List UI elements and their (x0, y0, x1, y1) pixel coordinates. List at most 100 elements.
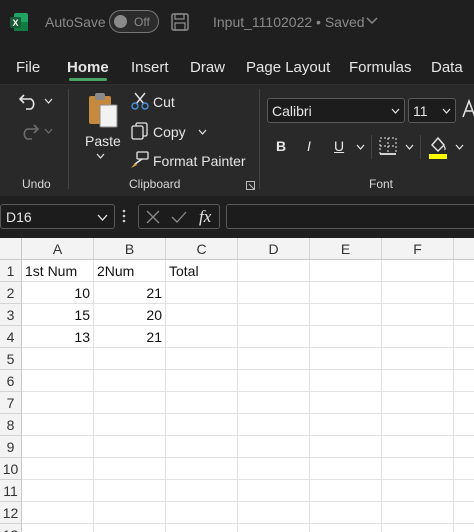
cell-b1[interactable]: 2Num (94, 260, 166, 282)
cell-b13[interactable] (94, 524, 166, 532)
borders-chevron-icon[interactable] (405, 144, 414, 150)
cell-c10[interactable] (166, 458, 238, 480)
undo-chevron-icon[interactable] (44, 98, 53, 104)
cell-a13[interactable] (22, 524, 94, 532)
cell-d2[interactable] (238, 282, 310, 304)
cell-a10[interactable] (22, 458, 94, 480)
column-header-c[interactable]: C (166, 238, 238, 260)
cell-f2[interactable] (382, 282, 454, 304)
cell-d9[interactable] (238, 436, 310, 458)
cell-a6[interactable] (22, 370, 94, 392)
cut-label[interactable]: Cut (153, 94, 175, 110)
cell-a7[interactable] (22, 392, 94, 414)
cell-c8[interactable] (166, 414, 238, 436)
cell-b2[interactable]: 21 (94, 282, 166, 304)
format-painter-label[interactable]: Format Painter (153, 153, 246, 169)
fill-color-icon[interactable] (428, 135, 448, 159)
cell-d12[interactable] (238, 502, 310, 524)
cell-e6[interactable] (310, 370, 382, 392)
font-name-dropdown[interactable]: Calibri (267, 98, 405, 123)
enter-check-icon[interactable] (171, 210, 187, 224)
cell-d4[interactable] (238, 326, 310, 348)
cell-e2[interactable] (310, 282, 382, 304)
cell-f12[interactable] (382, 502, 454, 524)
chevron-down-icon[interactable] (366, 16, 378, 26)
row-header-11[interactable]: 11 (0, 480, 22, 502)
cell-a4[interactable]: 13 (22, 326, 94, 348)
dialog-launcher-icon[interactable] (246, 181, 255, 190)
cell-d8[interactable] (238, 414, 310, 436)
cell-e7[interactable] (310, 392, 382, 414)
cell-d10[interactable] (238, 458, 310, 480)
increase-font-size-icon[interactable] (462, 99, 474, 119)
column-header-overflow[interactable] (454, 238, 474, 260)
cell-f7[interactable] (382, 392, 454, 414)
cell-g2[interactable] (454, 282, 474, 304)
row-header-1[interactable]: 1 (0, 260, 22, 282)
name-box[interactable]: D16 (0, 204, 115, 229)
tab-home[interactable]: Home (67, 59, 109, 76)
cell-a11[interactable] (22, 480, 94, 502)
cell-d11[interactable] (238, 480, 310, 502)
format-painter-icon[interactable] (130, 151, 150, 169)
cell-g1[interactable] (454, 260, 474, 282)
cell-f11[interactable] (382, 480, 454, 502)
cell-a5[interactable] (22, 348, 94, 370)
row-header-10[interactable]: 10 (0, 458, 22, 480)
cell-e8[interactable] (310, 414, 382, 436)
cell-b11[interactable] (94, 480, 166, 502)
cell-e13[interactable] (310, 524, 382, 532)
cell-b5[interactable] (94, 348, 166, 370)
copy-icon[interactable] (131, 122, 149, 140)
cell-c2[interactable] (166, 282, 238, 304)
cell-g13[interactable] (454, 524, 474, 532)
row-header-12[interactable]: 12 (0, 502, 22, 524)
cell-e12[interactable] (310, 502, 382, 524)
autosave-toggle[interactable]: Off (109, 10, 159, 33)
tab-page-layout[interactable]: Page Layout (246, 59, 330, 76)
fill-color-chevron-icon[interactable] (455, 144, 464, 150)
row-header-6[interactable]: 6 (0, 370, 22, 392)
cell-c5[interactable] (166, 348, 238, 370)
cell-g12[interactable] (454, 502, 474, 524)
tab-insert[interactable]: Insert (131, 59, 169, 76)
select-all-corner[interactable] (0, 238, 22, 260)
cell-d6[interactable] (238, 370, 310, 392)
paste-label[interactable]: Paste (85, 133, 121, 149)
cell-f9[interactable] (382, 436, 454, 458)
cell-c7[interactable] (166, 392, 238, 414)
cell-e5[interactable] (310, 348, 382, 370)
tab-draw[interactable]: Draw (190, 59, 225, 76)
cell-c6[interactable] (166, 370, 238, 392)
cell-f4[interactable] (382, 326, 454, 348)
cell-c13[interactable] (166, 524, 238, 532)
cell-e10[interactable] (310, 458, 382, 480)
cell-g10[interactable] (454, 458, 474, 480)
tab-data[interactable]: Data (431, 59, 463, 76)
row-header-8[interactable]: 8 (0, 414, 22, 436)
cell-g5[interactable] (454, 348, 474, 370)
cell-c12[interactable] (166, 502, 238, 524)
cell-b6[interactable] (94, 370, 166, 392)
underline-button[interactable]: U (334, 138, 344, 154)
column-header-a[interactable]: A (22, 238, 94, 260)
more-options-icon[interactable] (122, 208, 126, 224)
cell-d5[interactable] (238, 348, 310, 370)
cut-icon[interactable] (131, 92, 149, 110)
underline-chevron-icon[interactable] (356, 144, 365, 150)
cell-g6[interactable] (454, 370, 474, 392)
cell-g11[interactable] (454, 480, 474, 502)
cell-c11[interactable] (166, 480, 238, 502)
copy-label[interactable]: Copy (153, 124, 186, 140)
worksheet-grid[interactable]: A B C D E F 1 1st Num 2Num Total 2 10 21 3 15 20 4 13 21 5 6… (0, 238, 474, 532)
cell-f8[interactable] (382, 414, 454, 436)
cell-g3[interactable] (454, 304, 474, 326)
save-icon[interactable] (170, 12, 190, 32)
cell-d3[interactable] (238, 304, 310, 326)
cell-f10[interactable] (382, 458, 454, 480)
cell-a2[interactable]: 10 (22, 282, 94, 304)
italic-button[interactable]: I (307, 138, 311, 154)
cell-d1[interactable] (238, 260, 310, 282)
cell-b9[interactable] (94, 436, 166, 458)
cell-f1[interactable] (382, 260, 454, 282)
